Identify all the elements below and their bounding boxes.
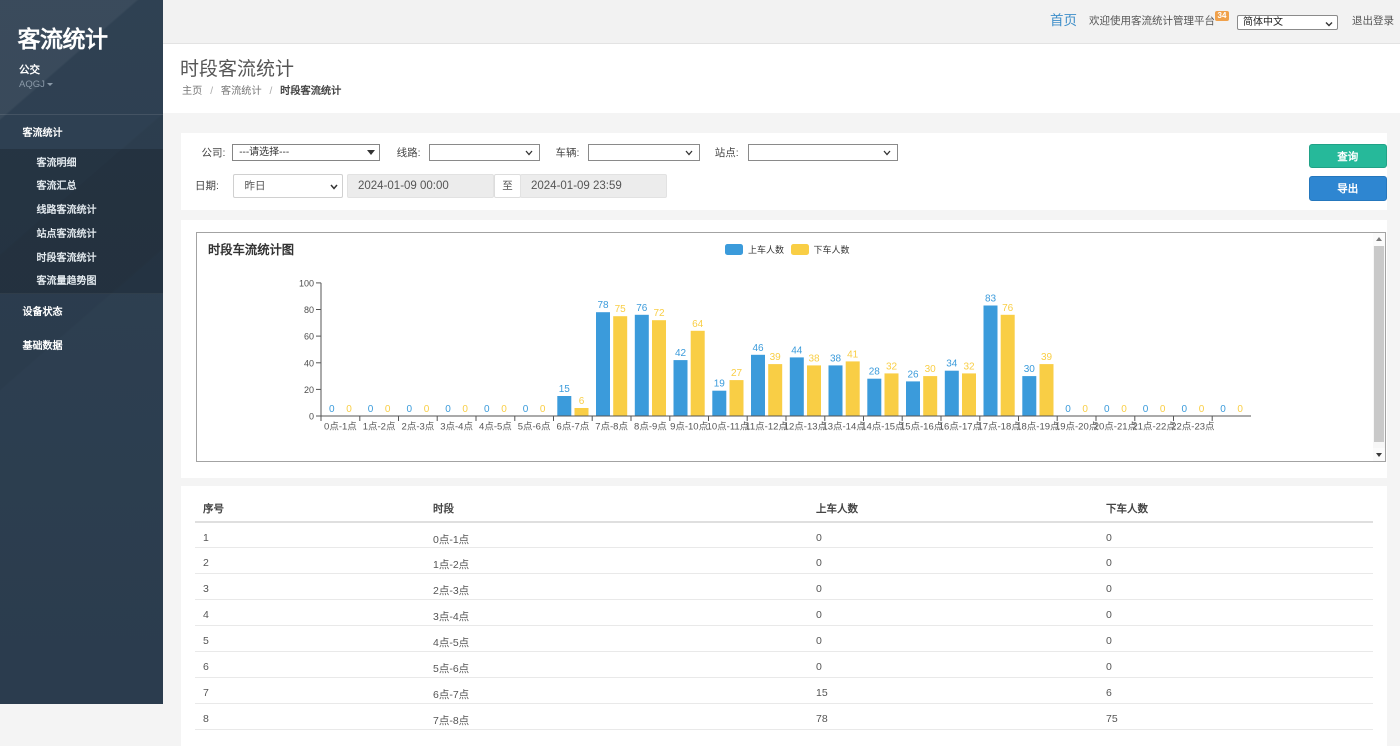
svg-text:46: 46	[752, 343, 764, 354]
svg-text:0: 0	[309, 412, 314, 422]
svg-text:4点-5点: 4点-5点	[479, 422, 512, 433]
svg-text:9点-10点: 9点-10点	[670, 422, 709, 433]
svg-text:0: 0	[1143, 404, 1149, 415]
svg-text:0: 0	[1082, 404, 1088, 415]
svg-text:3点-4点: 3点-4点	[440, 422, 473, 433]
svg-text:19: 19	[714, 379, 726, 390]
svg-text:39: 39	[1041, 353, 1053, 364]
svg-text:76: 76	[1002, 303, 1014, 314]
svg-text:13点-14点: 13点-14点	[822, 422, 866, 433]
svg-text:2点-3点: 2点-3点	[402, 422, 435, 433]
svg-text:0: 0	[329, 404, 335, 415]
svg-text:83: 83	[985, 294, 997, 305]
svg-text:44: 44	[791, 346, 803, 357]
svg-text:32: 32	[886, 362, 898, 373]
svg-text:10点-11点: 10点-11点	[707, 422, 750, 433]
svg-text:78: 78	[597, 301, 609, 312]
svg-text:0点-1点: 0点-1点	[324, 422, 357, 433]
svg-text:6: 6	[579, 396, 585, 407]
svg-text:0: 0	[368, 404, 374, 415]
svg-text:60: 60	[304, 332, 314, 342]
svg-text:26: 26	[907, 370, 919, 381]
svg-text:0: 0	[385, 404, 391, 415]
svg-text:15: 15	[559, 384, 571, 395]
svg-text:64: 64	[692, 319, 704, 330]
svg-text:42: 42	[675, 349, 687, 360]
svg-text:32: 32	[963, 362, 975, 373]
svg-text:40: 40	[304, 359, 314, 369]
svg-text:14点-15点: 14点-15点	[861, 422, 905, 433]
svg-text:100: 100	[299, 279, 314, 289]
svg-text:0: 0	[1220, 404, 1226, 415]
svg-text:0: 0	[407, 404, 413, 415]
svg-text:34: 34	[946, 359, 958, 370]
svg-text:8点-9点: 8点-9点	[634, 422, 667, 433]
svg-text:0: 0	[1182, 404, 1188, 415]
svg-text:0: 0	[501, 404, 507, 415]
svg-text:30: 30	[925, 365, 937, 376]
svg-text:16点-17点: 16点-17点	[939, 422, 983, 433]
svg-text:0: 0	[1065, 404, 1071, 415]
svg-text:0: 0	[1160, 404, 1166, 415]
svg-text:17点-18点: 17点-18点	[977, 422, 1021, 433]
svg-text:28: 28	[869, 367, 881, 378]
svg-text:38: 38	[830, 354, 842, 365]
svg-text:0: 0	[1121, 404, 1127, 415]
svg-text:7点-8点: 7点-8点	[595, 422, 628, 433]
svg-text:0: 0	[484, 404, 490, 415]
svg-text:76: 76	[636, 303, 648, 314]
svg-text:39: 39	[770, 353, 782, 364]
svg-text:30: 30	[1024, 365, 1036, 376]
svg-text:72: 72	[653, 309, 665, 320]
svg-text:38: 38	[808, 354, 820, 365]
svg-text:0: 0	[462, 404, 468, 415]
svg-text:27: 27	[731, 369, 743, 380]
svg-text:18点-19点: 18点-19点	[1016, 422, 1060, 433]
svg-text:0: 0	[1104, 404, 1110, 415]
svg-text:0: 0	[523, 404, 529, 415]
svg-text:20: 20	[304, 385, 314, 395]
svg-text:0: 0	[346, 404, 352, 415]
svg-text:12点-13点: 12点-13点	[784, 422, 828, 433]
svg-text:11点-12点: 11点-12点	[745, 422, 788, 433]
svg-text:41: 41	[847, 350, 859, 361]
svg-text:15点-16点: 15点-16点	[900, 422, 944, 433]
svg-text:75: 75	[615, 305, 627, 316]
svg-text:19点-20点: 19点-20点	[1055, 422, 1099, 433]
svg-text:6点-7点: 6点-7点	[557, 422, 590, 433]
svg-text:0: 0	[1237, 404, 1243, 415]
svg-text:0: 0	[1199, 404, 1205, 415]
svg-text:0: 0	[445, 404, 451, 415]
svg-text:1点-2点: 1点-2点	[363, 422, 396, 433]
svg-text:5点-6点: 5点-6点	[518, 422, 551, 433]
svg-text:0: 0	[424, 404, 430, 415]
svg-text:80: 80	[304, 305, 314, 315]
svg-text:20点-21点: 20点-21点	[1094, 422, 1138, 433]
svg-text:21点-22点: 21点-22点	[1132, 422, 1176, 433]
svg-text:22点-23点: 22点-23点	[1171, 422, 1215, 433]
svg-text:0: 0	[540, 404, 546, 415]
